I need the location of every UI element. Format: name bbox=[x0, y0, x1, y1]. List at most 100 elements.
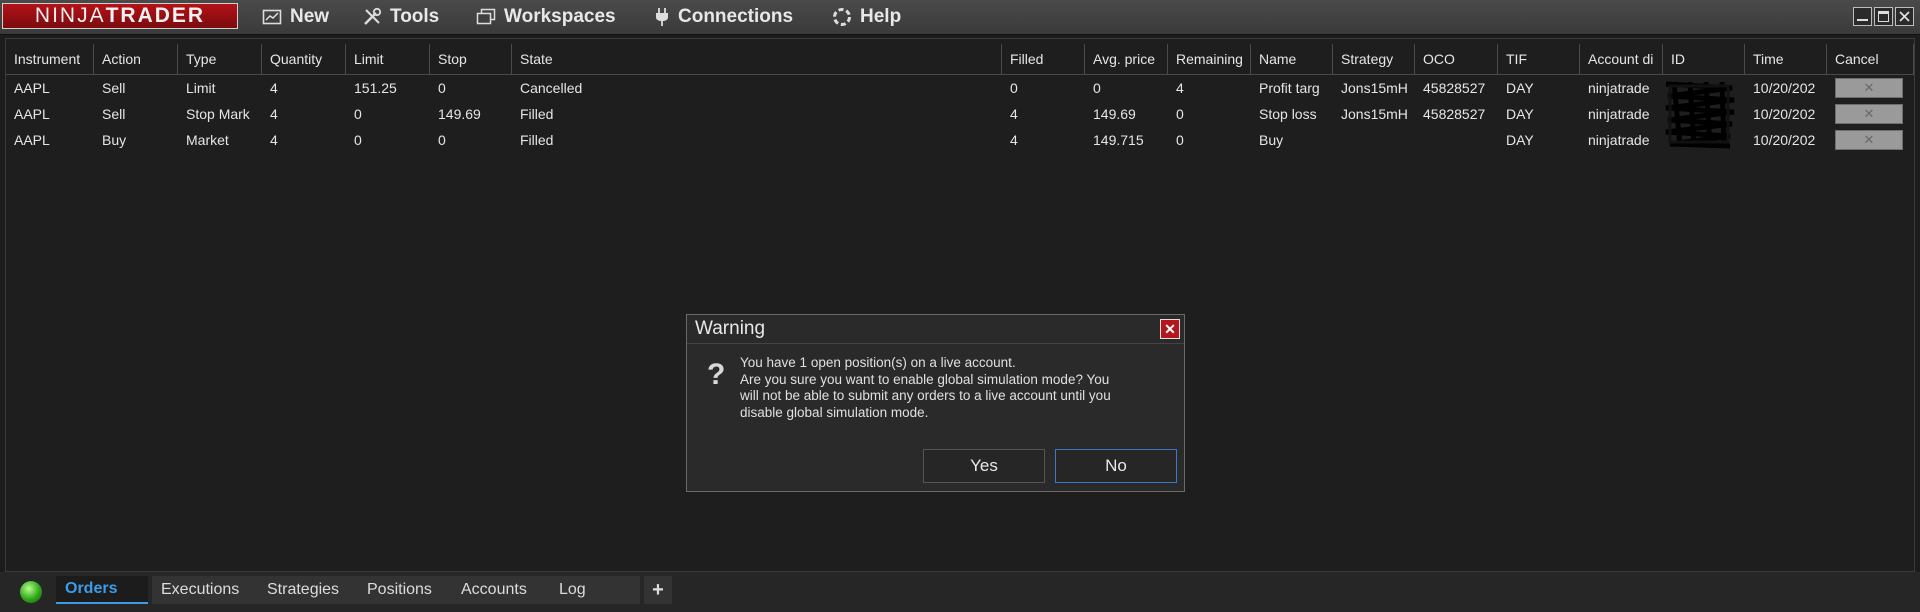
cell-cancel: ✕ bbox=[1827, 127, 1914, 153]
tab-executions[interactable]: Executions bbox=[152, 576, 258, 604]
cancel-order-button[interactable]: ✕ bbox=[1835, 78, 1903, 98]
col-header-remaining[interactable]: Remaining bbox=[1168, 44, 1251, 74]
col-header-action[interactable]: Action bbox=[94, 44, 178, 74]
col-header-strategy[interactable]: Strategy bbox=[1333, 44, 1415, 74]
cell-name: Profit targ bbox=[1259, 80, 1320, 96]
cell-type: Stop Mark bbox=[186, 106, 250, 122]
cell-instrument: AAPL bbox=[14, 80, 50, 96]
tab-positions[interactable]: Positions bbox=[358, 576, 452, 604]
col-header-oco[interactable]: OCO bbox=[1415, 44, 1498, 74]
col-header-id[interactable]: ID bbox=[1663, 44, 1745, 74]
menu-new[interactable]: New bbox=[262, 0, 329, 34]
cell-oco: 45828527 bbox=[1423, 80, 1486, 96]
tab-log[interactable]: Log bbox=[550, 576, 640, 604]
cell-account: ninjatrade bbox=[1588, 106, 1650, 122]
cell-time: 10/20/202 bbox=[1753, 80, 1816, 96]
close-icon: ✕ bbox=[1164, 320, 1176, 337]
cell-filled: 4 bbox=[1010, 132, 1018, 148]
tab-orders[interactable]: Orders bbox=[56, 576, 148, 604]
table-row[interactable]: AAPL Buy Market 4 0 0 Filled 4 149.715 0… bbox=[6, 127, 1914, 153]
col-header-state[interactable]: State bbox=[512, 44, 1002, 74]
cell-filled: 0 bbox=[1010, 80, 1018, 96]
table-row[interactable]: AAPL Sell Limit 4 151.25 0 Cancelled 0 0… bbox=[6, 75, 1914, 101]
no-button[interactable]: No bbox=[1055, 449, 1177, 483]
cell-stop: 0 bbox=[438, 80, 446, 96]
grid-header-row: Instrument Action Type Quantity Limit St… bbox=[6, 44, 1914, 75]
ninjatrader-logo: NINJA TRADER bbox=[2, 3, 238, 29]
dialog-title: Warning bbox=[695, 318, 766, 339]
window-controls bbox=[1853, 7, 1914, 26]
cell-account: ninjatrade bbox=[1588, 132, 1650, 148]
cell-limit: 0 bbox=[354, 106, 362, 122]
redaction-scribble bbox=[1665, 81, 1735, 149]
tab-accounts[interactable]: Accounts bbox=[452, 576, 550, 604]
yes-button[interactable]: Yes bbox=[923, 449, 1045, 483]
cell-filled: 4 bbox=[1010, 106, 1018, 122]
cell-remaining: 4 bbox=[1176, 80, 1184, 96]
help-lifebuoy-icon bbox=[833, 8, 851, 26]
cell-name: Buy bbox=[1259, 132, 1284, 148]
col-header-stop[interactable]: Stop bbox=[430, 44, 512, 74]
cell-tif: DAY bbox=[1506, 132, 1534, 148]
menu-workspaces[interactable]: Workspaces bbox=[476, 0, 616, 34]
plug-icon bbox=[656, 8, 668, 26]
cell-instrument: AAPL bbox=[14, 106, 50, 122]
tab-strategies[interactable]: Strategies bbox=[258, 576, 358, 604]
cell-action: Buy bbox=[102, 132, 127, 148]
cell-time: 10/20/202 bbox=[1753, 106, 1816, 122]
cancel-order-button[interactable]: ✕ bbox=[1835, 130, 1903, 150]
maximize-button[interactable] bbox=[1874, 7, 1893, 26]
col-header-instrument[interactable]: Instrument bbox=[6, 44, 94, 74]
dialog-close-button[interactable]: ✕ bbox=[1160, 319, 1180, 339]
cell-avg-price: 0 bbox=[1093, 80, 1101, 96]
col-header-filled[interactable]: Filled bbox=[1002, 44, 1085, 74]
cell-oco: 45828527 bbox=[1423, 106, 1486, 122]
menu-bar: NINJATRADER New Tools Workspaces Connec bbox=[0, 0, 1920, 35]
cell-action: Sell bbox=[102, 80, 126, 96]
dialog-message: You have 1 open position(s) on a live ac… bbox=[740, 355, 1170, 421]
cell-account: ninjatrade bbox=[1588, 80, 1650, 96]
cell-oco bbox=[1415, 127, 1498, 153]
question-icon: ? bbox=[707, 358, 726, 391]
workspaces-icon bbox=[476, 8, 496, 25]
cell-avg-price: 149.69 bbox=[1093, 106, 1136, 122]
close-window-button[interactable] bbox=[1895, 7, 1914, 26]
cell-quantity: 4 bbox=[270, 132, 278, 148]
col-header-quantity[interactable]: Quantity bbox=[262, 44, 346, 74]
cell-quantity: 4 bbox=[270, 106, 278, 122]
minimize-button[interactable] bbox=[1853, 7, 1872, 26]
cell-limit: 0 bbox=[354, 132, 362, 148]
menu-tools[interactable]: Tools bbox=[362, 0, 439, 34]
cell-limit: 151.25 bbox=[354, 80, 397, 96]
cancel-order-button[interactable]: ✕ bbox=[1835, 104, 1903, 124]
cell-time: 10/20/202 bbox=[1753, 132, 1816, 148]
cell-tif: DAY bbox=[1506, 80, 1534, 96]
col-header-avg-price[interactable]: Avg. price bbox=[1085, 44, 1168, 74]
cell-avg-price: 149.715 bbox=[1093, 132, 1144, 148]
cell-strategy bbox=[1333, 127, 1415, 153]
col-header-type[interactable]: Type bbox=[178, 44, 262, 74]
cell-state: Filled bbox=[520, 106, 554, 122]
col-header-time[interactable]: Time bbox=[1745, 44, 1827, 74]
cell-state: Filled bbox=[520, 132, 554, 148]
col-header-cancel[interactable]: Cancel bbox=[1827, 44, 1914, 74]
menu-help[interactable]: Help bbox=[832, 0, 901, 34]
cell-action: Sell bbox=[102, 106, 126, 122]
cell-strategy: Jons15mH bbox=[1341, 80, 1408, 96]
col-header-limit[interactable]: Limit bbox=[346, 44, 430, 74]
col-header-account[interactable]: Account di bbox=[1580, 44, 1663, 74]
cell-remaining: 0 bbox=[1176, 106, 1184, 122]
add-tab-button[interactable]: + bbox=[644, 576, 672, 604]
cell-instrument: AAPL bbox=[14, 132, 50, 148]
cell-stop: 0 bbox=[438, 132, 446, 148]
connection-status-icon bbox=[20, 581, 42, 603]
cell-type: Limit bbox=[186, 80, 216, 96]
warning-dialog: Warning ✕ ? You have 1 open position(s) … bbox=[686, 314, 1185, 492]
close-icon bbox=[1899, 11, 1910, 22]
col-header-name[interactable]: Name bbox=[1251, 44, 1333, 74]
table-row[interactable]: AAPL Sell Stop Mark 4 0 149.69 Filled 4 … bbox=[6, 101, 1914, 127]
menu-connections[interactable]: Connections bbox=[654, 0, 793, 34]
new-window-icon bbox=[262, 9, 282, 25]
cell-name: Stop loss bbox=[1259, 106, 1317, 122]
col-header-tif[interactable]: TIF bbox=[1498, 44, 1580, 74]
